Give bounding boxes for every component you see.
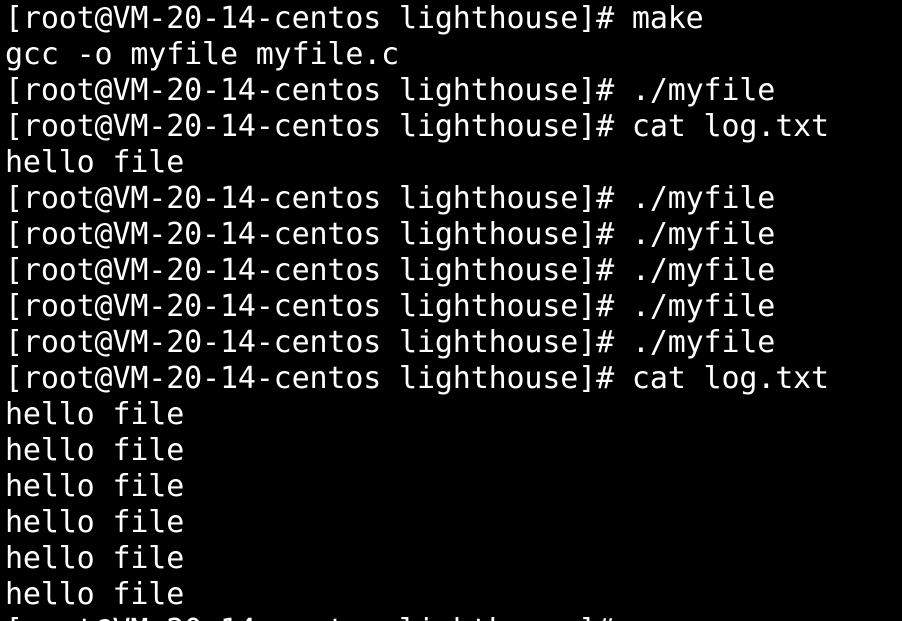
terminal-line: [root@VM-20-14-centos lighthouse]# ./myf…: [5, 181, 776, 216]
terminal-line: [root@VM-20-14-centos lighthouse]# ./myf…: [5, 289, 776, 324]
terminal-line: gcc -o myfile myfile.c: [5, 37, 400, 72]
terminal-line: [root@VM-20-14-centos lighthouse]# ./myf…: [5, 217, 776, 252]
terminal-line: hello file: [5, 469, 185, 504]
terminal-window[interactable]: [root@VM-20-14-centos lighthouse]# make g…: [0, 0, 902, 621]
terminal-line: [root@VM-20-14-centos lighthouse]# ./myf…: [5, 325, 776, 360]
terminal-line: hello file: [5, 397, 185, 432]
current-prompt-line[interactable]: [root@VM-20-14-centos lighthouse]#: [5, 613, 829, 621]
terminal-line: [root@VM-20-14-centos lighthouse]# cat l…: [5, 109, 829, 144]
terminal-output: [root@VM-20-14-centos lighthouse]# make g…: [5, 1, 829, 621]
terminal-line: hello file: [5, 145, 185, 180]
terminal-line: [root@VM-20-14-centos lighthouse]# ./myf…: [5, 73, 776, 108]
terminal-line: [root@VM-20-14-centos lighthouse]# ./myf…: [5, 253, 776, 288]
prompt-text: [root@VM-20-14-centos lighthouse]#: [5, 613, 614, 621]
terminal-line: [root@VM-20-14-centos lighthouse]# make: [5, 1, 704, 36]
terminal-line: [root@VM-20-14-centos lighthouse]# cat l…: [5, 361, 829, 396]
terminal-line: hello file: [5, 541, 185, 576]
terminal-line: hello file: [5, 433, 185, 468]
terminal-line: hello file: [5, 505, 185, 540]
terminal-line: hello file: [5, 577, 185, 612]
